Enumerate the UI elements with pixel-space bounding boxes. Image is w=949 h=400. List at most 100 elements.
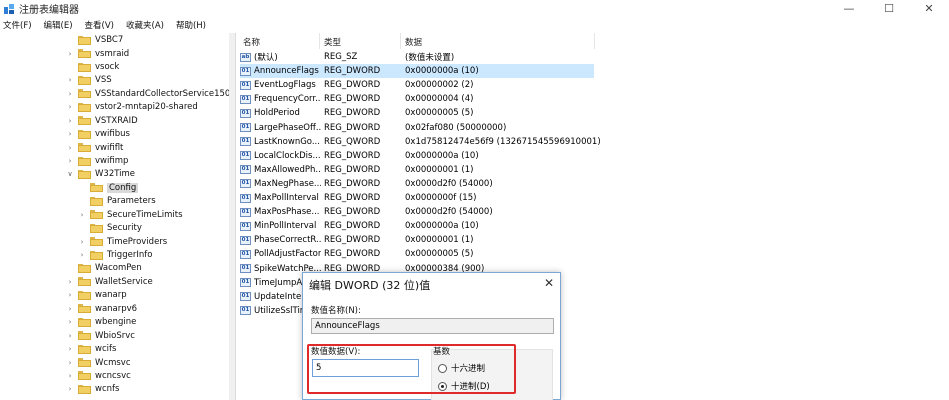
value-row[interactable]: 01 AnnounceFlags REG_DWORD 0x0000000a (10) <box>240 64 594 79</box>
tree-item-wcncsvc[interactable]: › wcncsvc <box>66 369 131 382</box>
tree-item-vsstandardcollectorservice150[interactable]: › VSStandardCollectorService150 <box>66 87 231 100</box>
value-row[interactable]: 01 HoldPeriod REG_DWORD 0x00000005 (5) <box>240 106 594 120</box>
chevron-right-icon[interactable]: › <box>66 130 74 138</box>
chevron-right-icon[interactable]: › <box>66 291 74 299</box>
column-header-type[interactable]: 类型 <box>324 35 341 49</box>
chevron-right-icon[interactable]: › <box>66 385 74 393</box>
maximize-button[interactable]: ☐ <box>869 0 909 17</box>
value-row[interactable]: 01 MaxAllowedPh... REG_DWORD 0x00000001 (1) <box>240 163 594 177</box>
registry-key-tree[interactable]: VSBC7 › vsmraid vsock › VSS › VSStandardCollect… <box>0 33 236 400</box>
tree-item-securetimelimits[interactable]: › SecureTimeLimits <box>78 208 183 221</box>
chevron-right-icon[interactable]: › <box>66 372 74 380</box>
value-row[interactable]: 01 EventLogFlags REG_DWORD 0x00000002 (2) <box>240 78 594 92</box>
tree-item-vwifibus[interactable]: › vwifibus <box>66 128 130 141</box>
tree-item-vss[interactable]: › VSS <box>66 74 112 87</box>
menu-edit[interactable]: 编辑(E) <box>44 19 73 31</box>
folder-icon <box>78 331 91 341</box>
folder-icon <box>90 210 103 220</box>
minimize-button[interactable]: — <box>829 0 869 17</box>
tree-item-wanarp[interactable]: › wanarp <box>66 289 127 302</box>
column-divider[interactable] <box>319 33 320 49</box>
tree-item-vsmraid[interactable]: › vsmraid <box>66 47 130 60</box>
tree-item-label: Config <box>107 182 139 193</box>
value-data-input[interactable]: 5 <box>312 359 419 377</box>
menu-file[interactable]: 文件(F) <box>3 19 32 31</box>
value-type: REG_DWORD <box>324 150 381 161</box>
chevron-right-icon[interactable]: › <box>66 103 74 111</box>
tree-item-wcmsvc[interactable]: › Wcmsvc <box>66 356 131 369</box>
chevron-right-icon[interactable]: › <box>66 345 74 353</box>
tree-item-wanarpv6[interactable]: › wanarpv6 <box>66 302 138 315</box>
chevron-right-icon[interactable]: › <box>78 238 86 246</box>
tree-item-vstxraid[interactable]: › VSTXRAID <box>66 114 138 127</box>
value-data: 0x02faf080 (50000000) <box>405 122 507 133</box>
value-data: 0x00000001 (1) <box>405 235 474 246</box>
tree-item-wacompen[interactable]: WacomPen <box>66 262 142 275</box>
tree-item-label: wcncsvc <box>95 370 131 381</box>
value-row[interactable]: 01 MinPollInterval REG_DWORD 0x0000000a (10… <box>240 219 594 233</box>
menu-favorites[interactable]: 收藏夹(A) <box>126 19 164 31</box>
chevron-down-icon[interactable]: ∨ <box>66 170 74 178</box>
chevron-right-icon[interactable]: › <box>66 144 74 152</box>
tree-item-triggerinfo[interactable]: › TriggerInfo <box>78 248 153 261</box>
value-row[interactable]: 01 FrequencyCorr... REG_DWORD 0x00000004 (4… <box>240 92 594 106</box>
menu-help[interactable]: 帮助(H) <box>176 19 206 31</box>
menu-view[interactable]: 查看(V) <box>85 19 114 31</box>
tree-item-timeproviders[interactable]: › TimeProviders <box>78 235 168 248</box>
value-row[interactable]: 01 MaxPollInterval REG_DWORD 0x0000000f (15… <box>240 191 594 205</box>
binary-value-icon: 01 <box>240 108 251 118</box>
chevron-right-icon[interactable]: › <box>66 332 74 340</box>
tree-item-vwififlt[interactable]: › vwififlt <box>66 141 124 154</box>
value-row[interactable]: 01 LocalClockDis... REG_DWORD 0x0000000a (1… <box>240 149 594 163</box>
chevron-right-icon[interactable]: › <box>66 90 74 98</box>
chevron-right-icon[interactable]: › <box>66 359 74 367</box>
tree-item-wcifs[interactable]: › wcifs <box>66 342 117 355</box>
tree-item-w32time[interactable]: ∨ W32Time <box>66 168 135 181</box>
radio-hexadecimal[interactable]: 十六进制 <box>438 362 485 374</box>
chevron-right-icon[interactable]: › <box>66 305 74 313</box>
value-row[interactable]: ab (默认) REG_SZ (数值未设置) <box>240 50 594 64</box>
value-row[interactable]: 01 MaxNegPhase... REG_DWORD 0x0000d2f0 (540… <box>240 177 594 191</box>
chevron-right-icon[interactable]: › <box>66 117 74 125</box>
tree-item-vwifimp[interactable]: › vwifimp <box>66 154 129 167</box>
tree-item-wbiosrvc[interactable]: › WbioSrvc <box>66 329 135 342</box>
tree-item-vsbc7[interactable]: VSBC7 <box>66 34 123 47</box>
column-divider[interactable] <box>400 33 401 49</box>
column-divider[interactable] <box>594 33 595 49</box>
value-row[interactable]: 01 MaxPosPhase... REG_DWORD 0x0000d2f0 (540… <box>240 205 594 219</box>
folder-icon <box>78 290 91 300</box>
chevron-right-icon[interactable]: › <box>66 76 74 84</box>
tree-item-security[interactable]: Security <box>78 222 142 235</box>
dialog-close-button[interactable]: ✕ <box>544 276 554 290</box>
tree-item-label: TriggerInfo <box>107 250 153 261</box>
folder-icon <box>78 358 91 367</box>
value-row[interactable]: 01 LargePhaseOff... REG_DWORD 0x02faf080 (5… <box>240 121 594 135</box>
tree-item-config[interactable]: Config <box>78 181 139 194</box>
chevron-right-icon[interactable]: › <box>78 251 86 259</box>
folder-icon <box>78 344 91 354</box>
radio-checked-icon[interactable] <box>438 381 447 391</box>
chevron-right-icon[interactable]: › <box>66 157 74 165</box>
value-type: REG_DWORD <box>324 178 381 189</box>
chevron-right-icon[interactable]: › <box>66 278 74 286</box>
chevron-right-icon[interactable]: › <box>66 318 74 326</box>
tree-item-wbengine[interactable]: › wbengine <box>66 316 137 329</box>
chevron-right-icon[interactable]: › <box>78 211 86 219</box>
radio-decimal[interactable]: 十进制(D) <box>438 380 490 392</box>
value-row[interactable]: 01 LastKnownGo... REG_QWORD 0x1d75812474e56… <box>240 135 601 149</box>
value-row[interactable]: 01 PhaseCorrectR... REG_DWORD 0x00000001 (1… <box>240 233 594 247</box>
tree-item-walletservice[interactable]: › WalletService <box>66 275 153 288</box>
close-button[interactable]: ✕ <box>909 0 949 17</box>
tree-scrollbar[interactable] <box>229 33 235 400</box>
tree-item-vstor2-mntapi20-shared[interactable]: › vstor2-mntapi20-shared <box>66 101 198 114</box>
tree-item-parameters[interactable]: Parameters <box>78 195 156 208</box>
tree-item-vsock[interactable]: vsock <box>66 60 119 73</box>
chevron-right-icon[interactable]: › <box>66 50 74 58</box>
value-row[interactable]: 01 PollAdjustFactor REG_DWORD 0x00000005 (5… <box>240 247 594 261</box>
column-header-data[interactable]: 数据 <box>405 35 422 49</box>
binary-value-icon: 01 <box>240 292 251 302</box>
tree-item-wcnfs[interactable]: › wcnfs <box>66 383 120 396</box>
folder-icon <box>90 183 103 193</box>
column-header-name[interactable]: 名称 <box>243 35 260 49</box>
radio-unchecked-icon[interactable] <box>438 363 447 373</box>
